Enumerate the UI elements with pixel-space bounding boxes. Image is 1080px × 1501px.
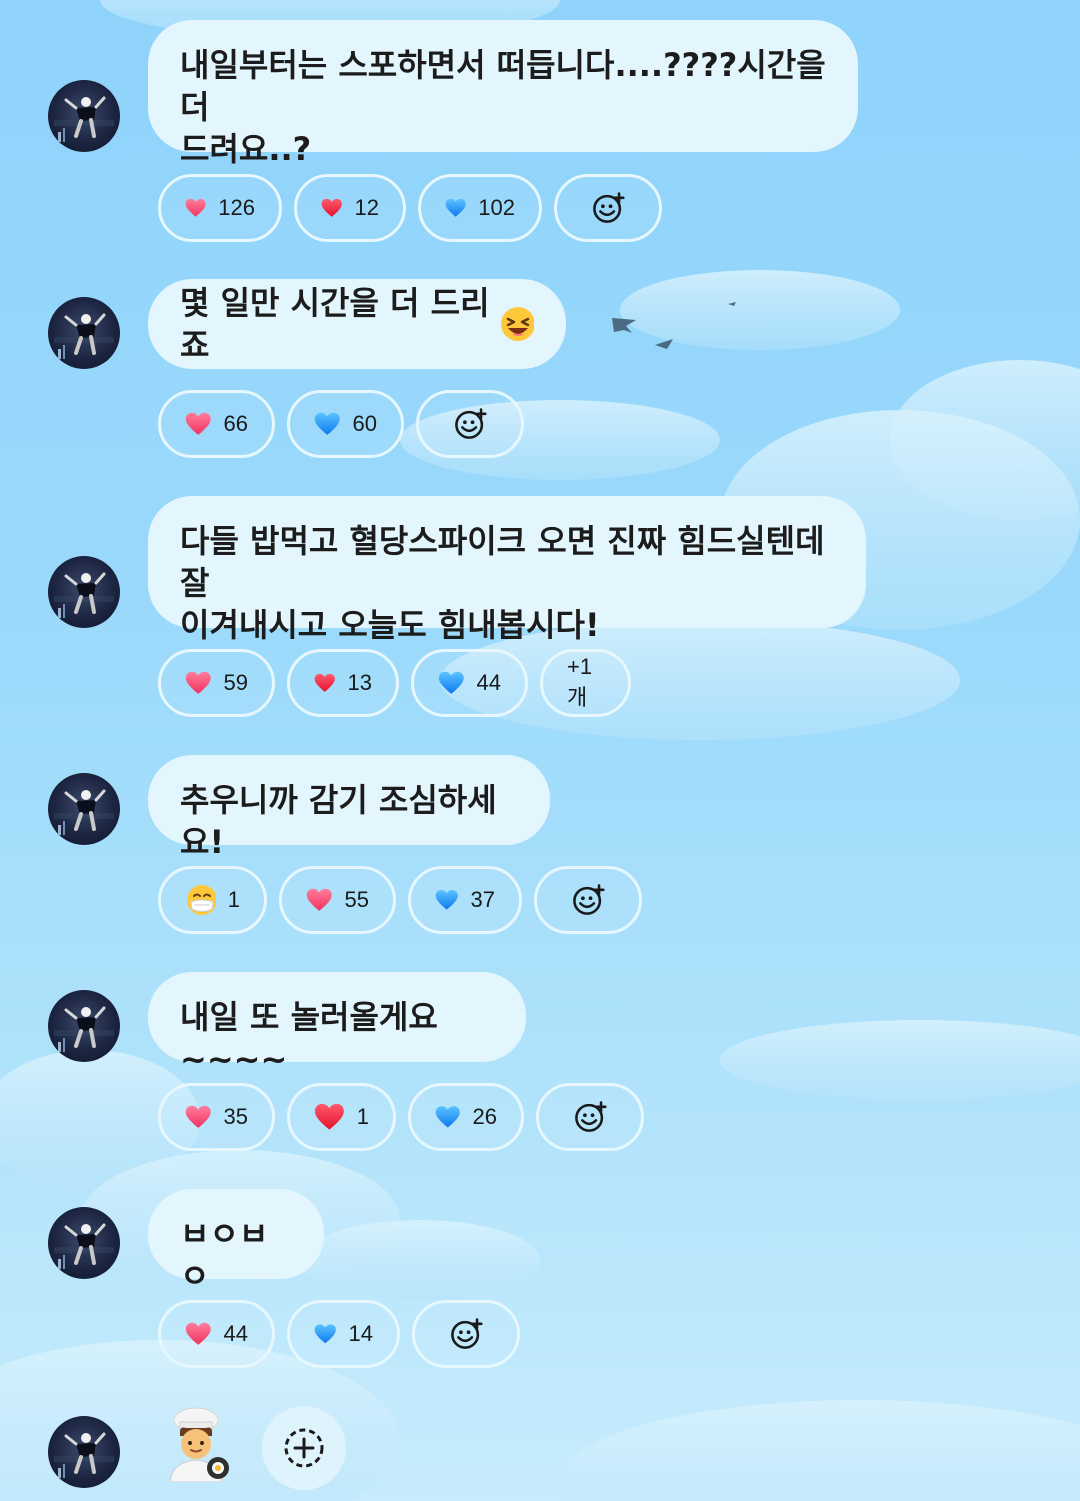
reaction-chip-blue-heart[interactable]: 26 xyxy=(408,1083,524,1151)
avatar[interactable] xyxy=(48,990,120,1062)
add-reaction-button[interactable] xyxy=(416,390,524,458)
blue-heart-icon xyxy=(314,408,341,440)
red-heart-icon xyxy=(314,1101,345,1133)
avatar[interactable] xyxy=(48,1416,120,1488)
reaction-count: 13 xyxy=(347,670,372,695)
reaction-chip-blue-heart[interactable]: 102 xyxy=(418,174,542,242)
reaction-bar: 126 12 102 xyxy=(158,174,662,242)
reaction-count: 55 xyxy=(344,887,369,912)
message-bubble[interactable]: 내일부터는 스포하면서 떠듭니다....????시간을 더 드려요..? xyxy=(148,20,858,168)
pink-heart-icon xyxy=(185,1101,212,1133)
reaction-count: 12 xyxy=(354,195,379,220)
reaction-chip-pink-heart[interactable]: 44 xyxy=(158,1300,275,1368)
add-emoji-icon xyxy=(591,188,625,228)
reaction-chip-blue-heart[interactable]: 37 xyxy=(408,866,522,934)
message-bubble[interactable]: 추우니까 감기 조심하세요! xyxy=(148,755,550,861)
reaction-chip-red-heart[interactable]: 12 xyxy=(294,174,406,242)
pink-heart-icon xyxy=(185,1318,212,1350)
avatar[interactable] xyxy=(48,773,120,845)
reaction-count: 1 xyxy=(227,887,240,912)
message-text: 몇 일만 시간을 더 드리죠 xyxy=(180,284,490,364)
reaction-count: 44 xyxy=(223,1321,248,1346)
reaction-chip-pink-heart[interactable]: 66 xyxy=(158,390,275,458)
reaction-chip-pink-heart[interactable]: 126 xyxy=(158,174,282,242)
avatar[interactable] xyxy=(48,297,120,369)
more-reactions-button[interactable]: +1개 xyxy=(540,649,631,717)
reaction-count: 44 xyxy=(476,670,501,695)
add-reaction-button[interactable] xyxy=(262,1406,346,1490)
reaction-count: 37 xyxy=(470,887,495,912)
add-reaction-button[interactable] xyxy=(412,1300,520,1368)
blue-heart-icon xyxy=(435,1101,461,1133)
reaction-chip-mask-face[interactable]: 1 xyxy=(158,866,267,934)
pink-heart-icon xyxy=(185,192,206,224)
add-emoji-icon xyxy=(571,880,605,920)
reaction-chip-blue-heart[interactable]: 44 xyxy=(411,649,528,717)
add-reaction-button[interactable] xyxy=(554,174,662,242)
reaction-bar: 66 60 xyxy=(158,390,524,458)
reaction-count: 35 xyxy=(223,1104,248,1129)
cook-emoji-icon[interactable] xyxy=(162,1406,234,1482)
reaction-bar: 1 55 37 xyxy=(158,866,642,934)
reaction-count: 14 xyxy=(348,1321,373,1346)
reaction-chip-red-heart[interactable]: 13 xyxy=(287,649,399,717)
reaction-count: 102 xyxy=(478,195,515,220)
pink-heart-icon xyxy=(185,408,212,440)
reaction-bar: 35 1 26 xyxy=(158,1083,644,1151)
more-reactions-label: +1개 xyxy=(567,654,593,710)
reaction-chip-blue-heart[interactable]: 14 xyxy=(287,1300,400,1368)
reaction-count: 60 xyxy=(352,411,377,436)
red-heart-icon xyxy=(314,667,336,699)
reaction-count: 26 xyxy=(472,1104,497,1129)
blue-heart-icon xyxy=(445,192,466,224)
reaction-chip-red-heart[interactable]: 1 xyxy=(287,1083,396,1151)
reaction-count: 1 xyxy=(356,1104,369,1129)
message-bubble[interactable]: 몇 일만 시간을 더 드리죠 xyxy=(148,279,566,369)
laughing-face-icon xyxy=(500,307,534,341)
pink-heart-icon xyxy=(185,667,212,699)
message-bubble[interactable]: 다들 밥먹고 혈당스파이크 오면 진짜 힘드실텐데 잘 이겨내시고 오늘도 힘내… xyxy=(148,496,866,644)
message-bubble[interactable]: ㅂㅇㅂㅇ xyxy=(148,1189,324,1295)
add-emoji-icon xyxy=(573,1097,607,1137)
avatar[interactable] xyxy=(48,1207,120,1279)
avatar[interactable] xyxy=(48,80,120,152)
add-reaction-button[interactable] xyxy=(536,1083,644,1151)
blue-heart-icon xyxy=(314,1318,337,1350)
add-emoji-icon xyxy=(453,404,487,444)
add-emoji-icon xyxy=(449,1314,483,1354)
add-circle-icon xyxy=(284,1428,324,1468)
pink-heart-icon xyxy=(306,884,333,916)
reaction-count: 66 xyxy=(223,411,248,436)
mask-face-icon xyxy=(187,885,216,915)
reaction-chip-pink-heart[interactable]: 35 xyxy=(158,1083,275,1151)
message-bubble[interactable]: 내일 또 놀러올게요~~~~ xyxy=(148,972,526,1078)
reaction-chip-pink-heart[interactable]: 55 xyxy=(279,866,396,934)
blue-heart-icon xyxy=(435,884,459,916)
reaction-chip-blue-heart[interactable]: 60 xyxy=(287,390,404,458)
blue-heart-icon xyxy=(438,667,465,699)
reaction-bar: 44 14 xyxy=(158,1300,520,1368)
red-heart-icon xyxy=(321,192,343,224)
reaction-chip-pink-heart[interactable]: 59 xyxy=(158,649,275,717)
avatar[interactable] xyxy=(48,556,120,628)
reaction-count: 126 xyxy=(218,195,255,220)
reaction-count: 59 xyxy=(223,670,248,695)
add-reaction-button[interactable] xyxy=(534,866,642,934)
reaction-bar: 59 13 44 +1개 xyxy=(158,649,631,717)
